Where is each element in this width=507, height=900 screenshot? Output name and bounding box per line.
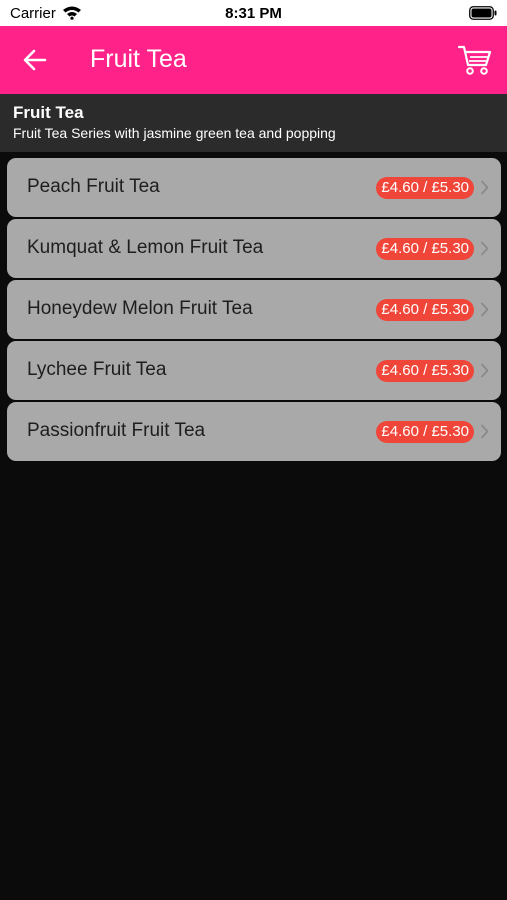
item-name: Lychee Fruit Tea	[27, 359, 167, 380]
price-badge: £4.60 / £5.30	[376, 177, 474, 199]
chevron-right-icon	[481, 302, 489, 317]
item-name: Honeydew Melon Fruit Tea	[27, 298, 253, 319]
item-name: Passionfruit Fruit Tea	[27, 420, 206, 441]
price-badge: £4.60 / £5.30	[376, 299, 474, 321]
cart-icon[interactable]	[457, 43, 493, 77]
chevron-right-icon	[481, 180, 489, 195]
battery-icon	[469, 6, 497, 20]
status-bar: Carrier 8:31 PM	[0, 0, 507, 26]
chevron-right-icon	[481, 424, 489, 439]
arrow-left-icon[interactable]	[22, 48, 48, 72]
menu-list: Peach Fruit Tea £4.60 / £5.30 Kumquat & …	[7, 158, 501, 463]
chevron-right-icon	[481, 363, 489, 378]
item-name: Peach Fruit Tea	[27, 176, 160, 197]
price-badge: £4.60 / £5.30	[376, 238, 474, 260]
price-badge: £4.60 / £5.30	[376, 421, 474, 443]
item-name: Kumquat & Lemon Fruit Tea	[27, 237, 264, 258]
list-item[interactable]: Lychee Fruit Tea £4.60 / £5.30	[7, 341, 501, 400]
category-header: Fruit Tea Fruit Tea Series with jasmine …	[0, 94, 507, 152]
page-title: Fruit Tea	[90, 45, 187, 73]
category-title: Fruit Tea	[13, 103, 84, 122]
category-subtitle: Fruit Tea Series with jasmine green tea …	[13, 125, 336, 141]
list-item[interactable]: Peach Fruit Tea £4.60 / £5.30	[7, 158, 501, 217]
chevron-right-icon	[481, 241, 489, 256]
nav-bar: Fruit Tea	[0, 26, 507, 94]
status-time: 8:31 PM	[225, 5, 282, 22]
price-badge: £4.60 / £5.30	[376, 360, 474, 382]
list-item[interactable]: Passionfruit Fruit Tea £4.60 / £5.30	[7, 402, 501, 461]
list-item[interactable]: Kumquat & Lemon Fruit Tea £4.60 / £5.30	[7, 219, 501, 278]
list-item[interactable]: Honeydew Melon Fruit Tea £4.60 / £5.30	[7, 280, 501, 339]
